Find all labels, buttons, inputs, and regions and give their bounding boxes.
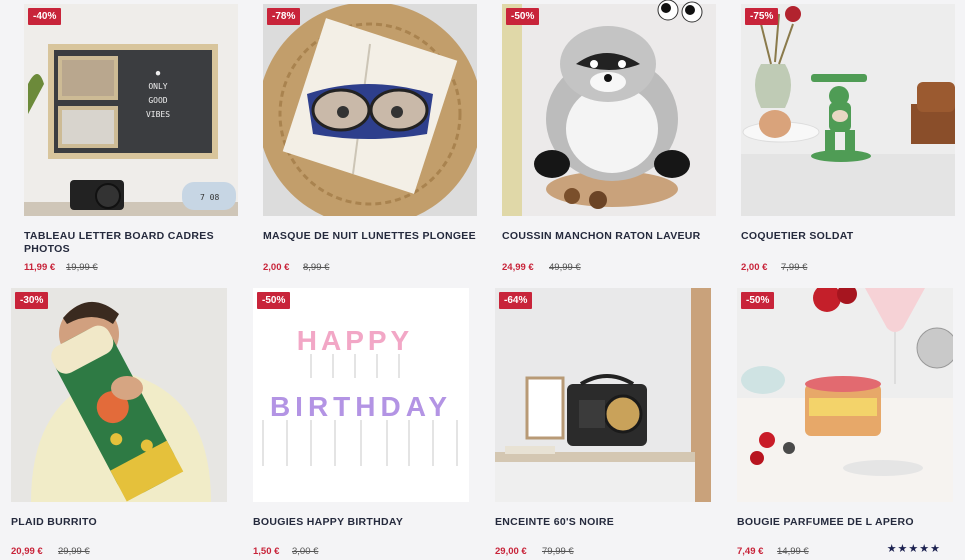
product-old-price: 29,99 € xyxy=(58,546,90,557)
product-card[interactable]: ● ONLY GOOD VIBES 7 08 -40% TABLEAU LETT… xyxy=(24,4,238,274)
product-old-price: 49,99 € xyxy=(549,262,581,273)
product-price: 7,49 € xyxy=(737,546,764,557)
product-price: 11,99 € xyxy=(24,262,56,273)
speaker-photo xyxy=(495,288,711,502)
product-image[interactable] xyxy=(502,4,716,216)
candles-happy-text: HAPPY xyxy=(297,325,413,356)
discount-badge: -50% xyxy=(257,292,291,309)
product-old-price: 3,00 € xyxy=(292,546,319,557)
product-price: 2,00 € xyxy=(263,262,290,273)
burrito-blanket-photo xyxy=(11,288,227,502)
svg-text:●: ● xyxy=(156,68,161,77)
rating-stars-icon: ★★★★★ xyxy=(886,543,941,555)
sleep-mask-photo xyxy=(263,4,477,216)
product-image[interactable]: HAPPY BIRTHDAY xyxy=(253,288,469,502)
product-price: 29,00 € xyxy=(495,546,527,557)
product-card[interactable]: -30% PLAID BURRITO 20,99 € 29,99 € xyxy=(11,288,227,560)
product-price: 24,99 € xyxy=(502,262,534,273)
raccoon-cushion-photo xyxy=(502,4,716,216)
product-card[interactable]: -75% COQUETIER SOLDAT 2,00 € 7,99 € xyxy=(741,4,955,274)
product-title[interactable]: BOUGIES HAPPY BIRTHDAY xyxy=(253,516,469,529)
product-title[interactable]: BOUGIE PARFUMEE DE L APERO xyxy=(737,516,953,529)
product-card[interactable]: HAPPY BIRTHDAY -50% BOUGIES HAPPY BIRTHD… xyxy=(253,288,469,560)
birthday-candles-photo: HAPPY BIRTHDAY xyxy=(253,288,469,502)
product-image[interactable] xyxy=(495,288,711,502)
discount-badge: -78% xyxy=(267,8,301,25)
product-old-price: 7,99 € xyxy=(781,262,808,273)
product-image[interactable] xyxy=(11,288,227,502)
discount-badge: -40% xyxy=(28,8,62,25)
product-title[interactable]: COUSSIN MANCHON RATON LAVEUR xyxy=(502,230,716,243)
discount-badge: -50% xyxy=(741,292,775,309)
product-old-price: 79,99 € xyxy=(542,546,574,557)
product-title[interactable]: TABLEAU LETTER BOARD CADRES PHOTOS xyxy=(24,230,238,256)
product-card[interactable]: -64% ENCEINTE 60'S NOIRE 29,00 € 79,99 € xyxy=(495,288,711,560)
product-image[interactable] xyxy=(741,4,955,216)
discount-badge: -64% xyxy=(499,292,533,309)
candles-birthday-text: BIRTHDAY xyxy=(270,391,452,422)
product-price: 20,99 € xyxy=(11,546,43,557)
board-line-2: GOOD xyxy=(148,96,167,105)
product-image[interactable]: ● ONLY GOOD VIBES 7 08 xyxy=(24,4,238,216)
product-title[interactable]: ENCEINTE 60'S NOIRE xyxy=(495,516,711,529)
product-old-price: 8,99 € xyxy=(303,262,330,273)
product-price: 1,50 € xyxy=(253,546,280,557)
product-old-price: 19,99 € xyxy=(66,262,98,273)
product-image[interactable] xyxy=(263,4,477,216)
discount-badge: -30% xyxy=(15,292,49,309)
product-card[interactable]: -50% COUSSIN MANCHON RATON LAVEUR 24,99 … xyxy=(502,4,716,274)
product-card[interactable]: -78% MASQUE DE NUIT LUNETTES PLONGEE 2,0… xyxy=(263,4,477,274)
discount-badge: -50% xyxy=(506,8,540,25)
product-old-price: 14,99 € xyxy=(777,546,809,557)
product-title[interactable]: COQUETIER SOLDAT xyxy=(741,230,955,243)
board-line-3: VIBES xyxy=(146,110,170,119)
product-title[interactable]: MASQUE DE NUIT LUNETTES PLONGEE xyxy=(263,230,477,243)
scented-candle-photo xyxy=(737,288,953,502)
product-title[interactable]: PLAID BURRITO xyxy=(11,516,227,529)
product-card[interactable]: -50% BOUGIE PARFUMEE DE L APERO 7,49 € 1… xyxy=(737,288,953,560)
letter-board-photo: ● ONLY GOOD VIBES 7 08 xyxy=(24,4,238,216)
clock-text: 7 08 xyxy=(200,193,219,202)
discount-badge: -75% xyxy=(745,8,779,25)
product-price: 2,00 € xyxy=(741,262,768,273)
googly-eyes-icon xyxy=(657,0,703,23)
board-line-1: ONLY xyxy=(148,82,167,91)
product-image[interactable] xyxy=(737,288,953,502)
egg-cup-soldier-photo xyxy=(741,4,955,216)
